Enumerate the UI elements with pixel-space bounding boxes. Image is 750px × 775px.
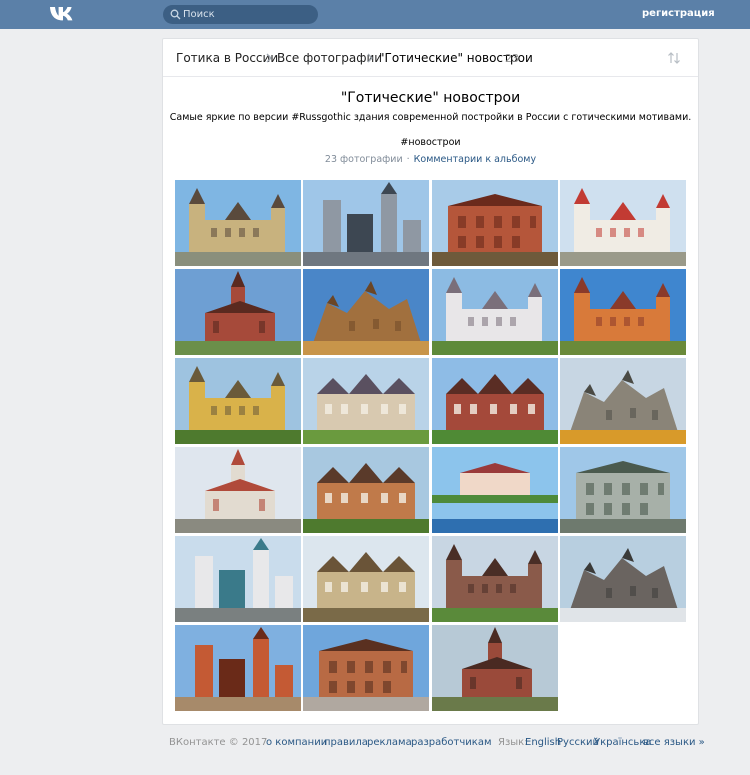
photo-image (560, 180, 686, 266)
album-meta: 23 фотографии · Комментарии к альбому (163, 154, 698, 165)
footer-link-about[interactable]: о компании (266, 737, 327, 748)
photo-thumbnail[interactable] (432, 180, 558, 266)
photo-image (175, 536, 301, 622)
photo-image (175, 180, 301, 266)
photo-image (432, 536, 558, 622)
photo-thumbnail[interactable] (560, 358, 686, 444)
photo-image (560, 358, 686, 444)
chevron-right-icon (367, 53, 373, 63)
photo-thumbnail[interactable] (175, 180, 301, 266)
photo-thumbnail[interactable] (303, 269, 429, 355)
photo-thumbnail[interactable] (303, 447, 429, 533)
footer-link-developers[interactable]: разработчикам (411, 737, 492, 748)
photo-thumbnail[interactable] (175, 447, 301, 533)
breadcrumb: Готика в России Все фотографии "Готическ… (163, 39, 698, 77)
photo-thumbnail[interactable] (175, 269, 301, 355)
search-icon (170, 9, 181, 20)
photo-image (432, 269, 558, 355)
breadcrumb-photo-count: 23 (505, 52, 519, 65)
photo-image (175, 447, 301, 533)
photo-image (432, 180, 558, 266)
register-link[interactable]: регистрация (642, 8, 715, 19)
photo-image (175, 269, 301, 355)
language-russian[interactable]: Русский (557, 737, 599, 748)
photo-image (432, 447, 558, 533)
photo-thumbnail[interactable] (175, 536, 301, 622)
photo-thumbnail[interactable] (303, 358, 429, 444)
album-tag: #новострои (400, 137, 461, 148)
photo-thumbnail[interactable] (303, 180, 429, 266)
album-title: "Готические" новострои (340, 90, 521, 106)
photo-thumbnail[interactable] (175, 625, 301, 711)
vk-logo-icon[interactable] (49, 5, 75, 23)
breadcrumb-group[interactable]: Готика в России (176, 51, 278, 65)
photo-image (303, 536, 429, 622)
photo-image (432, 625, 558, 711)
photo-thumbnail[interactable] (432, 536, 558, 622)
photo-image (303, 358, 429, 444)
photo-image (303, 447, 429, 533)
photo-image (303, 269, 429, 355)
photo-thumbnail[interactable] (560, 447, 686, 533)
meta-separator: · (406, 154, 410, 165)
footer-language-label: Язык: (498, 737, 528, 748)
sort-icon[interactable] (667, 52, 681, 64)
album-card: Готика в России Все фотографии "Готическ… (162, 38, 699, 725)
chevron-right-icon (266, 53, 272, 63)
photo-image (432, 358, 558, 444)
language-english[interactable]: English (525, 737, 561, 748)
top-bar: регистрация (0, 0, 750, 29)
album-description: Самые яркие по версии #Russgothic здания… (169, 112, 692, 123)
photo-thumbnail[interactable] (560, 269, 686, 355)
photo-image (175, 625, 301, 711)
search-input[interactable] (183, 5, 313, 24)
photo-image (303, 180, 429, 266)
photo-thumbnail[interactable] (432, 447, 558, 533)
footer-link-ads[interactable]: реклама (367, 737, 412, 748)
photo-thumbnail[interactable] (303, 536, 429, 622)
photo-thumbnail[interactable] (432, 269, 558, 355)
photo-image (560, 536, 686, 622)
photo-thumbnail[interactable] (560, 536, 686, 622)
photo-thumbnail[interactable] (432, 625, 558, 711)
photo-image (560, 269, 686, 355)
all-languages-link[interactable]: все языки » (643, 737, 705, 748)
photo-thumbnail[interactable] (432, 358, 558, 444)
album-photo-count: 23 фотографии (324, 154, 403, 165)
photo-thumbnail[interactable] (175, 358, 301, 444)
album-comments-link[interactable]: Комментарии к альбому (414, 154, 536, 165)
photo-image (560, 447, 686, 533)
footer-copyright: ВКонтакте © 2017 (169, 737, 268, 748)
photo-thumbnail[interactable] (303, 625, 429, 711)
photo-image (175, 358, 301, 444)
photo-thumbnail[interactable] (560, 180, 686, 266)
photo-image (303, 625, 429, 711)
search-box[interactable] (163, 5, 318, 24)
footer-link-rules[interactable]: правила (324, 737, 368, 748)
